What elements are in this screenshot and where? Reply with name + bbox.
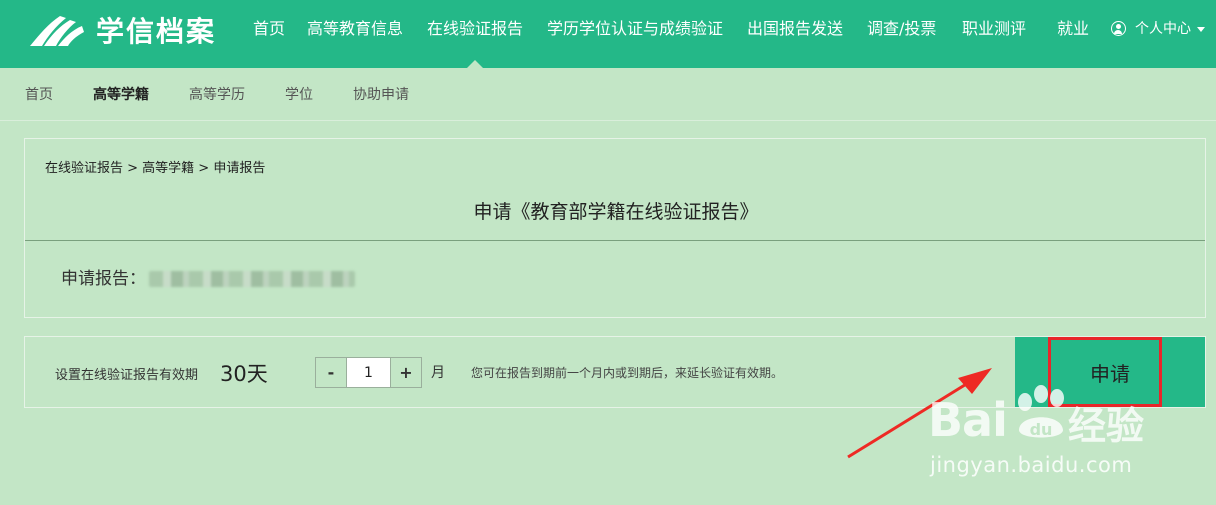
redacted-report-name xyxy=(149,271,355,287)
subnav-higher-degree-record[interactable]: 高等学历 xyxy=(189,86,245,104)
top-nav-bar: 学信档案 首页 高等教育信息 在线验证报告 学历学位认证与成绩验证 出国报告发送… xyxy=(0,0,1216,68)
nav-overseas-report[interactable]: 出国报告发送 xyxy=(747,19,843,39)
chevron-down-icon[interactable] xyxy=(1197,27,1205,32)
subnav-higher-enrollment[interactable]: 高等学籍 xyxy=(93,86,149,104)
user-icon[interactable] xyxy=(1111,21,1126,36)
subnav-home[interactable]: 首页 xyxy=(25,86,53,104)
breadcrumb: 在线验证报告 > 高等学籍 > 申请报告 xyxy=(45,161,266,176)
nav-employment[interactable]: 就业 xyxy=(1057,19,1089,39)
brand-title[interactable]: 学信档案 xyxy=(96,14,216,50)
report-panel: 在线验证报告 > 高等学籍 > 申请报告 申请《教育部学籍在线验证报告》 申请报… xyxy=(24,138,1206,318)
xuexin-logo-icon xyxy=(30,16,84,46)
subnav-assist-apply[interactable]: 协助申请 xyxy=(353,86,409,104)
subnav-degree[interactable]: 学位 xyxy=(285,86,313,104)
title-divider xyxy=(25,240,1205,241)
watermark-logo-tail: du xyxy=(1030,420,1053,439)
validity-hint: 您可在报告到期前一个月内或到期后，来延长验证有效期。 xyxy=(471,366,784,380)
subnav-divider xyxy=(0,120,1216,121)
nav-home[interactable]: 首页 xyxy=(253,19,285,39)
nav-career-assessment[interactable]: 职业测评 xyxy=(962,19,1026,39)
month-input[interactable] xyxy=(346,358,391,387)
validity-label: 设置在线验证报告有效期 xyxy=(55,368,199,383)
increment-button[interactable]: + xyxy=(391,358,421,387)
nav-higher-education[interactable]: 高等教育信息 xyxy=(307,19,403,39)
nav-survey[interactable]: 调查/投票 xyxy=(867,19,936,39)
nav-online-verification[interactable]: 在线验证报告 xyxy=(427,19,523,39)
watermark-url: jingyan.baidu.com xyxy=(930,453,1133,477)
watermark-brand: 经验 xyxy=(1068,404,1145,448)
page-title: 申请《教育部学籍在线验证报告》 xyxy=(473,201,759,223)
month-unit: 月 xyxy=(431,365,445,381)
nav-degree-certification[interactable]: 学历学位认证与成绩验证 xyxy=(547,19,723,39)
month-stepper: - + xyxy=(315,357,422,388)
apply-report-label: 申请报告： xyxy=(61,269,146,289)
active-nav-indicator xyxy=(467,60,483,68)
decrement-button[interactable]: - xyxy=(316,358,346,387)
validity-days: 30天 xyxy=(220,362,268,386)
user-center-link[interactable]: 个人中心 xyxy=(1135,20,1191,38)
